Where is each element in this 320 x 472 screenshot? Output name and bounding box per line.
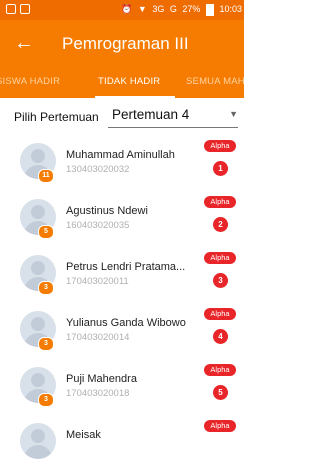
student-name: Petrus Lendri Pratama... [66,261,186,273]
avatar [20,423,56,465]
wifi-icon: ▼ [137,4,147,15]
status-indicator: Alpha [204,420,240,460]
student-name: Muhammad Aminullah [66,149,175,161]
status-indicator: Alpha 2 [204,196,240,236]
list-item[interactable]: 3 Petrus Lendri Pratama... 170403020011 … [0,248,244,304]
absence-count-badge: 11 [38,169,54,183]
student-name: Meisak [66,429,101,441]
status-count-badge: 5 [213,385,228,400]
battery-icon [205,4,214,16]
status-count-badge: 1 [213,161,228,176]
status-badge: Alpha [204,252,236,264]
page-title: Pemrograman III [62,34,189,53]
list-item[interactable]: 11 Muhammad Aminullah 130403020032 Alpha… [0,136,244,192]
carrier-icon: G [169,4,177,15]
status-bar: ⏰ ▼ 3G G 27% 10:03 [0,0,244,20]
notification-icons [6,3,36,17]
tab-bar: SISWA HADIR TIDAK HADIR SEMUA MAH [0,68,244,98]
absence-count-badge: 5 [38,225,54,239]
app-bar: ← Pemrograman III [0,20,244,68]
alarm-icon: ⏰ [121,4,133,15]
status-badge: Alpha [204,420,236,432]
meeting-select[interactable]: Pertemuan 4 ▼ [108,105,238,128]
absence-count-badge: 3 [38,393,54,407]
absence-count-badge: 3 [38,337,54,351]
avatar: 5 [20,199,56,241]
absence-count-badge: 3 [38,281,54,295]
network-type: 3G [152,4,165,15]
dropdown-arrow-icon: ▼ [229,109,238,119]
list-item[interactable]: Meisak Alpha [0,416,244,472]
status-indicator: Alpha 1 [204,140,240,180]
meeting-filter-label: Pilih Pertemuan [14,110,99,124]
avatar: 3 [20,255,56,297]
list-item[interactable]: 3 Yulianus Ganda Wibowo 170403020014 Alp… [0,304,244,360]
status-badge: Alpha [204,196,236,208]
status-indicators: ⏰ ▼ 3G G 27% 10:03 [118,4,242,16]
list-item[interactable]: 3 Puji Mahendra 170403020018 Alpha 5 [0,360,244,416]
student-name: Puji Mahendra [66,373,137,385]
status-badge: Alpha [204,364,236,376]
student-name: Yulianus Ganda Wibowo [66,317,186,329]
student-nim: 170403020011 [66,276,129,287]
battery-level: 27% [182,4,201,15]
meeting-filter: Pilih Pertemuan Pertemuan 4 ▼ [0,98,244,134]
gallery-icon [20,3,30,14]
student-nim: 170403020018 [66,388,130,399]
status-indicator: Alpha 4 [204,308,240,348]
tab-tidak-hadir[interactable]: TIDAK HADIR [98,76,160,87]
person-icon [20,423,56,459]
student-nim: 160403020035 [66,220,130,231]
status-count-badge: 4 [213,329,228,344]
clock: 10:03 [219,4,242,15]
student-nim: 170403020014 [66,332,130,343]
avatar: 3 [20,367,56,409]
student-nim: 130403020032 [66,164,130,175]
status-count-badge: 2 [213,217,228,232]
avatar: 11 [20,143,56,185]
meeting-select-value: Pertemuan 4 [112,107,190,122]
status-count-badge: 3 [213,273,228,288]
list-item[interactable]: 5 Agustinus Ndewi 160403020035 Alpha 2 [0,192,244,248]
status-badge: Alpha [204,140,236,152]
status-indicator: Alpha 5 [204,364,240,404]
arrow-left-icon[interactable]: ← [14,32,34,54]
status-badge: Alpha [204,308,236,320]
student-name: Agustinus Ndewi [66,205,148,217]
avatar: 3 [20,311,56,353]
tab-siswa-hadir[interactable]: SISWA HADIR [0,76,60,87]
status-indicator: Alpha 3 [204,252,240,292]
tab-semua-mahasiswa[interactable]: SEMUA MAH [186,76,244,87]
notification-icon [6,3,16,14]
